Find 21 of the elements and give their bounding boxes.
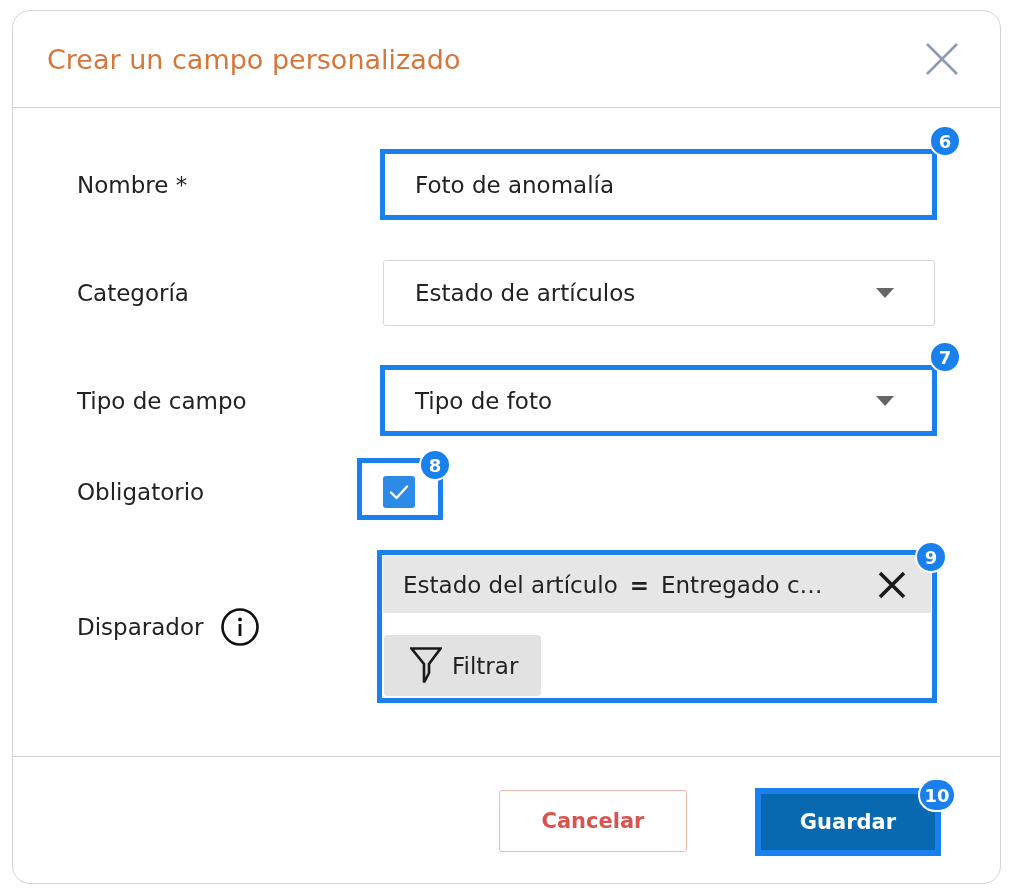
filter-button[interactable]: Filtrar — [384, 635, 541, 696]
info-icon[interactable] — [221, 607, 260, 646]
caret-icon — [876, 288, 894, 298]
field-label: Disparador — [77, 613, 204, 640]
step-badge: 9 — [915, 541, 947, 573]
close-icon[interactable] — [878, 570, 906, 599]
dropdown-field[interactable]: Estado de artículos — [383, 260, 935, 326]
step-badge: 7 — [929, 341, 961, 373]
checkbox[interactable] — [383, 476, 415, 508]
step-badge: 6 — [929, 125, 961, 157]
dialog-title: Crear un campo personalizado — [47, 43, 461, 75]
step-badge: 10 — [918, 778, 956, 812]
field-label: Obligatorio — [77, 479, 205, 505]
funnel-icon — [410, 647, 442, 684]
caret-icon — [876, 395, 894, 406]
cancel-button[interactable]: Cancelar — [499, 790, 687, 852]
field-label: Nombre * — [77, 172, 188, 198]
step-badge: 8 — [419, 449, 451, 481]
field-label: Tipo de campo — [77, 388, 247, 414]
filter-condition-text: Estado del artículo = Entregado c… — [403, 571, 823, 598]
field-label: Categoría — [77, 280, 189, 306]
